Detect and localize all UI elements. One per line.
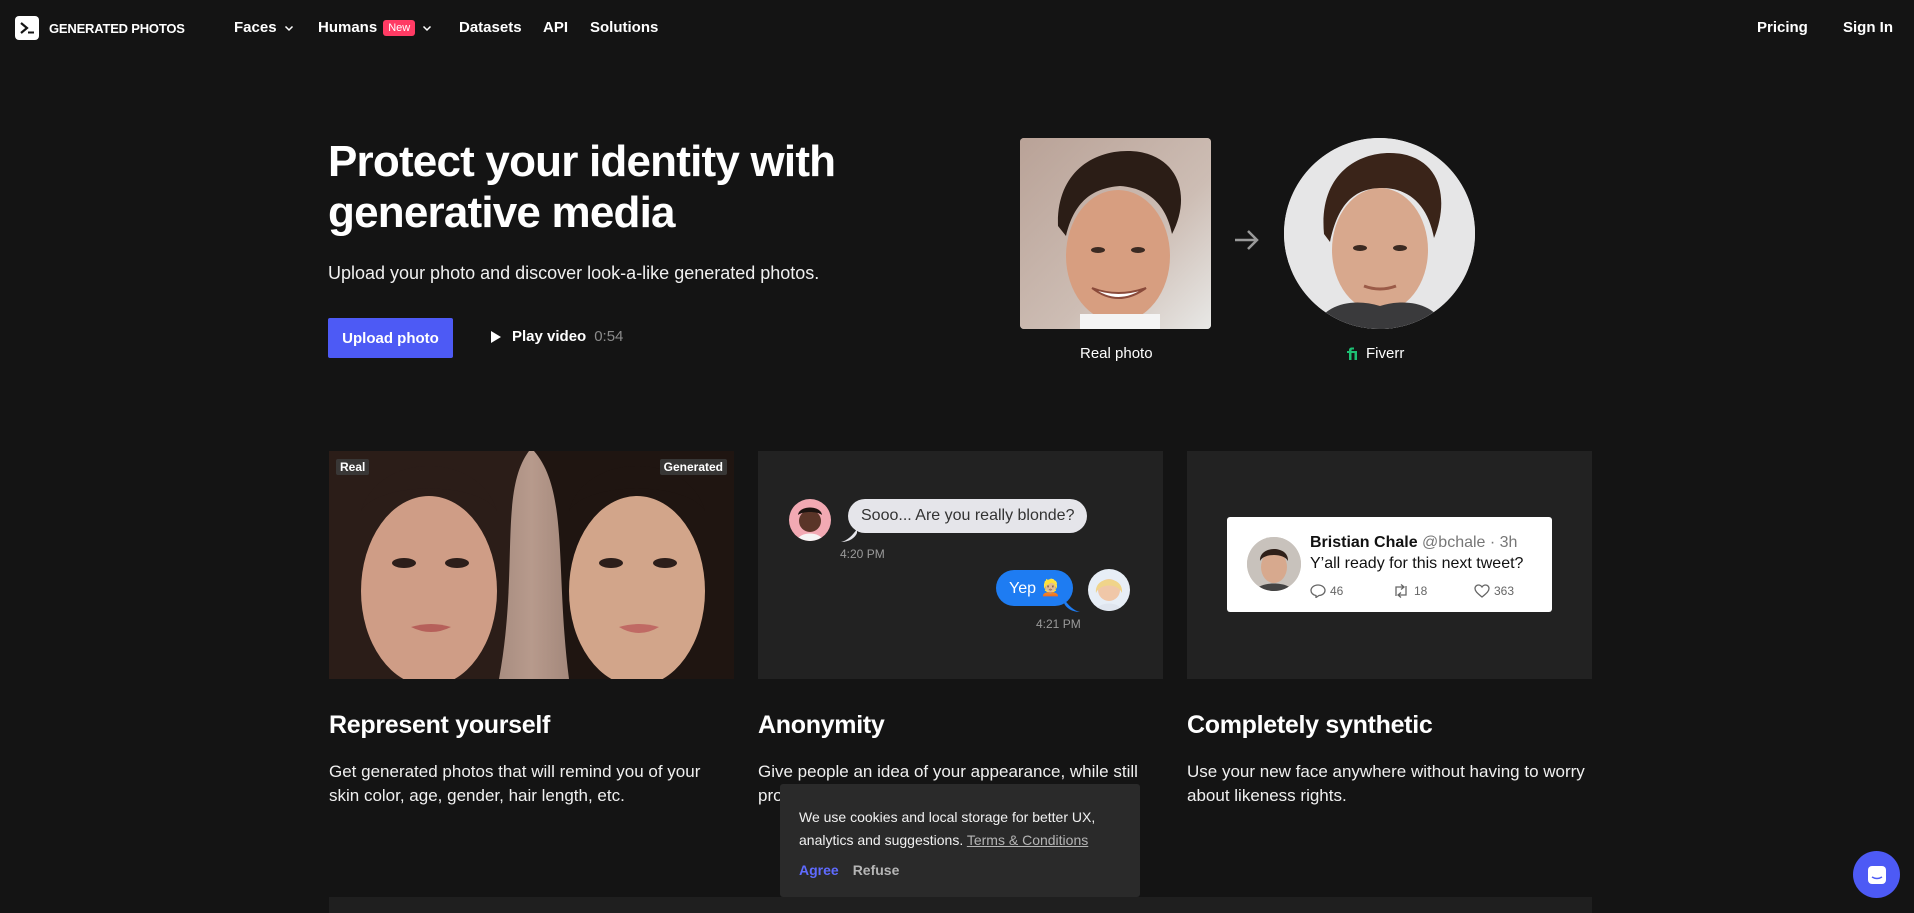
fiverr-label: Fiverr	[1366, 345, 1405, 362]
chat-time-incoming: 4:20 PM	[840, 547, 885, 561]
terms-link[interactable]: Terms & Conditions	[967, 832, 1088, 848]
retweet-count: 18	[1414, 584, 1428, 598]
nav-faces[interactable]: Faces	[234, 19, 295, 36]
hero-subtitle: Upload your photo and discover look-a-li…	[328, 263, 820, 283]
real-photo-image	[1020, 138, 1211, 329]
fiverr-icon	[1347, 347, 1357, 360]
chat-avatar-left	[789, 499, 831, 541]
nav-faces-label: Faces	[234, 19, 277, 36]
video-duration: 0:54	[594, 328, 624, 345]
chat-message-outgoing: Yep 👱🏼	[996, 570, 1074, 606]
upload-photo-button[interactable]: Upload photo	[328, 318, 453, 358]
tweet-retweet: 18	[1392, 584, 1474, 598]
reply-count: 46	[1330, 584, 1344, 598]
fiverr-caption: Fiverr	[1346, 345, 1404, 362]
new-badge: New	[383, 19, 416, 36]
tweet-like: 363	[1474, 584, 1556, 598]
cookie-message: We use cookies and local storage for bet…	[799, 806, 1121, 852]
bubble-tail-icon	[841, 529, 857, 542]
cookie-banner: We use cookies and local storage for bet…	[780, 784, 1140, 897]
tweet-preview: Bristian Chale @bchale · 3h Y’all ready …	[1227, 517, 1552, 612]
heart-icon	[1474, 584, 1490, 598]
nav-humans-label: Humans	[318, 19, 378, 36]
card-represent-image: Real Generated	[329, 451, 734, 679]
generated-photo-image	[1284, 138, 1475, 329]
nav-solutions[interactable]: Solutions	[590, 19, 658, 36]
card-desc-synthetic: Use your new face anywhere without havin…	[1187, 762, 1585, 805]
tweet-text: Y’all ready for this next tweet?	[1310, 555, 1524, 572]
brand-name: GENERATED PHOTOS	[49, 20, 185, 36]
tweet-avatar	[1247, 537, 1301, 591]
arrow-right-icon	[1235, 230, 1259, 250]
reply-icon	[1310, 584, 1326, 598]
brand-logo[interactable]: GENERATED PHOTOS	[15, 16, 185, 40]
card-title-synthetic: Completely synthetic	[1187, 711, 1433, 739]
tweet-reply: 46	[1310, 584, 1392, 598]
chat-message-incoming: Sooo... Are you really blonde?	[848, 499, 1088, 533]
real-photo-caption: Real photo	[1080, 345, 1153, 362]
chevron-down-icon	[423, 25, 432, 31]
card-anonymity-chat: Sooo... Are you really blonde? 4:20 PM Y…	[758, 451, 1163, 679]
tweet-handle: @bchale · 3h	[1422, 534, 1518, 551]
chat-time-outgoing: 4:21 PM	[1036, 617, 1081, 631]
chevron-down-icon	[284, 25, 293, 31]
hero-title: Protect your identity with generative me…	[328, 137, 836, 237]
cookie-refuse-button[interactable]: Refuse	[853, 862, 900, 878]
nav-sign-in[interactable]: Sign In	[1843, 19, 1893, 36]
tag-real: Real	[336, 459, 370, 475]
like-count: 363	[1494, 584, 1515, 598]
play-video-label: Play video	[512, 328, 587, 345]
nav-api[interactable]: API	[543, 19, 568, 36]
next-section-edge	[329, 897, 1592, 913]
cookie-actions: Agree Refuse	[799, 862, 899, 878]
chat-support-button[interactable]	[1853, 851, 1900, 898]
top-nav: GENERATED PHOTOS Faces Humans New Datase…	[0, 0, 1914, 57]
tweet-actions: 46 18 363	[1310, 584, 1556, 598]
logo-icon	[15, 16, 39, 40]
tag-generated: Generated	[659, 459, 727, 475]
chat-icon	[1867, 865, 1886, 884]
cookie-agree-button[interactable]: Agree	[799, 862, 839, 878]
nav-humans[interactable]: Humans New	[318, 19, 433, 36]
card-synthetic-tweet: Bristian Chale @bchale · 3h Y’all ready …	[1187, 451, 1592, 679]
card-desc-represent: Get generated photos that will remind yo…	[329, 762, 701, 805]
play-icon	[491, 330, 501, 343]
bubble-tail-icon	[1064, 599, 1080, 612]
chat-avatar-right	[1088, 569, 1130, 611]
tweet-author: Bristian Chale @bchale · 3h	[1310, 534, 1517, 552]
retweet-icon	[1395, 584, 1407, 598]
nav-datasets[interactable]: Datasets	[459, 19, 522, 36]
card-title-anonymity: Anonymity	[758, 711, 885, 739]
tweet-author-name: Bristian Chale	[1310, 534, 1418, 551]
nav-pricing[interactable]: Pricing	[1757, 19, 1808, 36]
card-title-represent: Represent yourself	[329, 711, 551, 739]
play-video-button[interactable]: Play video 0:54	[490, 328, 623, 345]
